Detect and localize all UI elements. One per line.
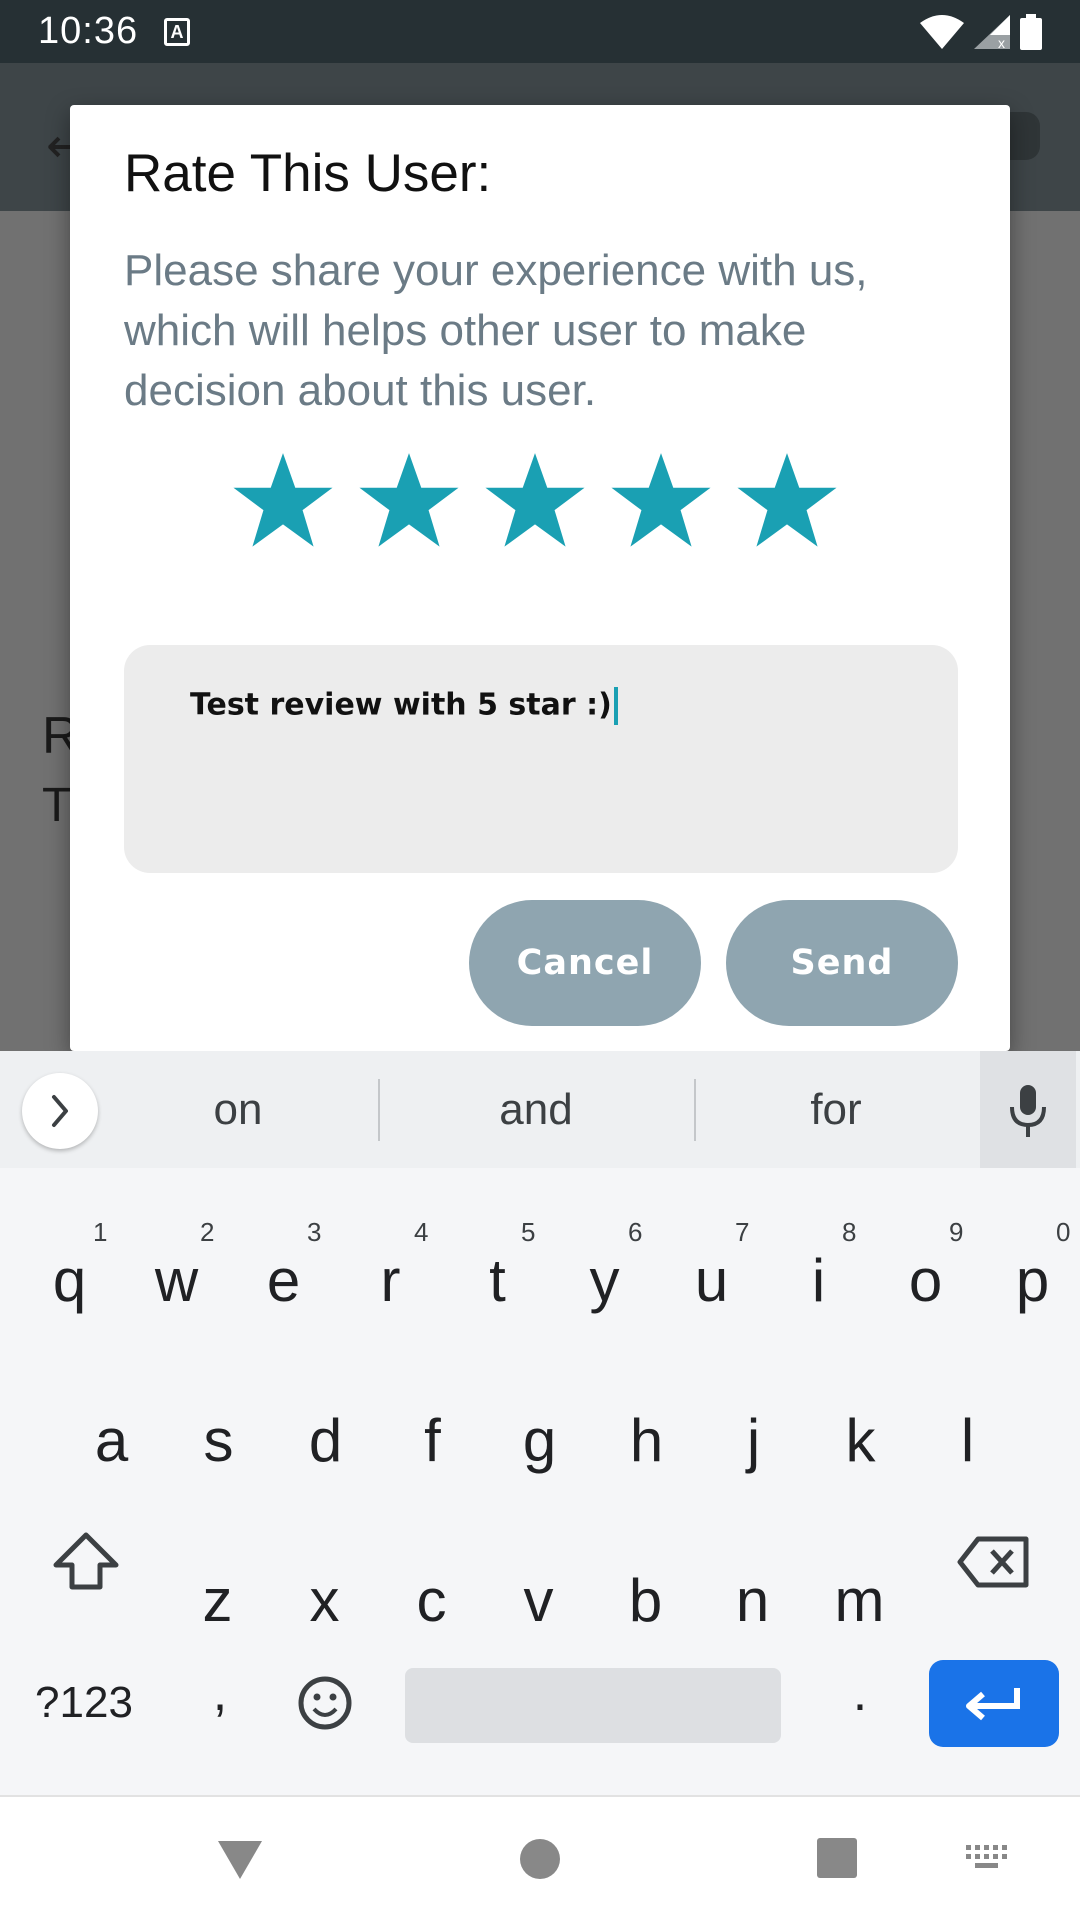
status-bar: 10:36 A x xyxy=(0,0,1080,63)
key-x[interactable]: x xyxy=(271,1551,378,1651)
navigation-bar xyxy=(0,1795,1080,1920)
wifi-icon xyxy=(920,15,964,49)
key-s[interactable]: s xyxy=(165,1391,272,1491)
key-k[interactable]: k xyxy=(807,1391,914,1491)
key-hint: 4 xyxy=(414,1217,429,1247)
svg-text:x: x xyxy=(998,35,1005,49)
key-b[interactable]: b xyxy=(592,1551,699,1651)
star-icon[interactable] xyxy=(735,451,839,555)
key-c[interactable]: c xyxy=(378,1551,485,1651)
dialog-title: Rate This User: xyxy=(124,144,492,203)
key-hint: 6 xyxy=(628,1217,643,1247)
key-l[interactable]: l xyxy=(914,1391,1021,1491)
soft-keyboard: on and for q1w2e3r4t5y6u7i8o9p0 asdfghjk… xyxy=(0,1051,1080,1795)
review-text: Test review with 5 star :) xyxy=(190,687,612,723)
background-text: T xyxy=(42,779,72,832)
key-hint: 5 xyxy=(521,1217,536,1247)
star-icon[interactable] xyxy=(483,451,587,555)
battery-icon xyxy=(1020,14,1042,50)
key-n[interactable]: n xyxy=(699,1551,806,1651)
suggestion-item[interactable]: for xyxy=(716,1051,956,1168)
backspace-key[interactable] xyxy=(954,1521,1034,1601)
star-rating[interactable] xyxy=(231,451,839,555)
key-a[interactable]: a xyxy=(58,1391,165,1491)
key-m[interactable]: m xyxy=(806,1551,913,1651)
dialog-message: Please share your experience with us, wh… xyxy=(124,246,868,415)
shift-key[interactable] xyxy=(48,1521,124,1601)
key-hint: 3 xyxy=(307,1217,322,1247)
suggestion-divider xyxy=(378,1079,380,1141)
key-z[interactable]: z xyxy=(164,1551,271,1651)
key-d[interactable]: d xyxy=(272,1391,379,1491)
key-f[interactable]: f xyxy=(379,1391,486,1491)
send-button[interactable]: Send xyxy=(726,900,958,1026)
status-time: 10:36 xyxy=(38,10,139,52)
back-nav-icon[interactable] xyxy=(216,1837,264,1881)
keyboard-switch-icon[interactable] xyxy=(966,1845,1010,1873)
home-nav-icon[interactable] xyxy=(518,1837,562,1881)
enter-key[interactable] xyxy=(929,1660,1059,1747)
period-key[interactable]: . xyxy=(830,1651,890,1735)
star-icon[interactable] xyxy=(609,451,713,555)
recents-nav-icon[interactable] xyxy=(816,1837,858,1879)
space-key[interactable] xyxy=(405,1668,781,1743)
key-hint: 9 xyxy=(949,1217,964,1247)
key-g[interactable]: g xyxy=(486,1391,593,1491)
suggestion-item[interactable]: and xyxy=(416,1051,656,1168)
microphone-icon xyxy=(1010,1085,1046,1137)
key-hint: 0 xyxy=(1056,1217,1071,1247)
text-cursor xyxy=(613,687,618,725)
key-hint: 7 xyxy=(735,1217,750,1247)
suggestion-item[interactable]: on xyxy=(118,1051,358,1168)
chevron-right-icon xyxy=(52,1095,68,1127)
suggestion-bar: on and for xyxy=(0,1051,1080,1168)
key-hint: 1 xyxy=(93,1217,108,1247)
keyboard-indicator-icon: A xyxy=(164,18,190,46)
status-icons: x xyxy=(920,14,1042,50)
key-hint: 2 xyxy=(200,1217,215,1247)
comma-key[interactable]: , xyxy=(190,1651,250,1735)
key-h[interactable]: h xyxy=(593,1391,700,1491)
expand-suggestions-button[interactable] xyxy=(22,1073,98,1149)
key-v[interactable]: v xyxy=(485,1551,592,1651)
emoji-icon xyxy=(298,1676,352,1730)
enter-icon xyxy=(966,1688,1020,1721)
backspace-icon xyxy=(957,1536,1029,1588)
signal-icon: x xyxy=(974,15,1010,49)
key-j[interactable]: j xyxy=(700,1391,807,1491)
cancel-button[interactable]: Cancel xyxy=(469,900,701,1026)
voice-input-button[interactable] xyxy=(980,1051,1076,1168)
review-input[interactable]: Test review with 5 star :) xyxy=(124,645,958,873)
review-text-wrapper: Test review with 5 star :) xyxy=(190,687,618,725)
key-hint: 8 xyxy=(842,1217,857,1247)
star-icon[interactable] xyxy=(357,451,461,555)
star-icon[interactable] xyxy=(231,451,335,555)
symbols-key[interactable]: ?123 xyxy=(24,1661,144,1745)
suggestion-divider xyxy=(694,1079,696,1141)
rate-user-dialog: Rate This User: Please share your experi… xyxy=(70,105,1010,1051)
emoji-key[interactable] xyxy=(290,1661,360,1745)
shift-icon xyxy=(53,1532,119,1590)
